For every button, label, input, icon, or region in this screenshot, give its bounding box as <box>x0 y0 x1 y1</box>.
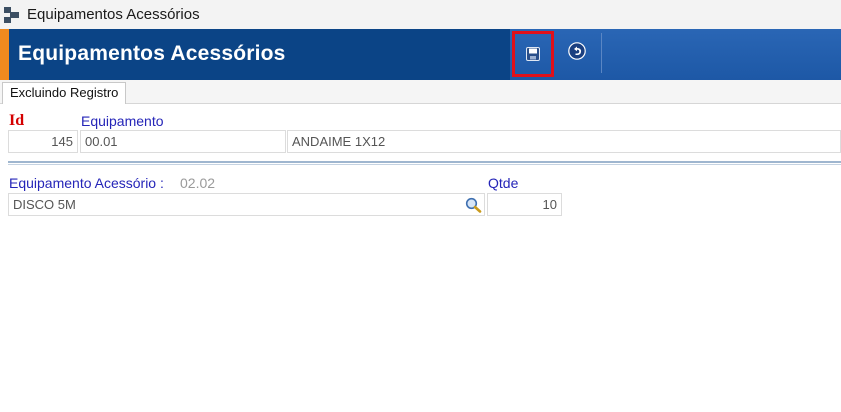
tab-excluindo-registro[interactable]: Excluindo Registro <box>2 82 127 104</box>
toolbar-separator <box>601 33 602 73</box>
undo-arrow-icon <box>568 42 586 60</box>
page-title: Equipamentos Acessórios <box>18 42 286 65</box>
header-accent-bar <box>0 29 9 80</box>
equipamento-acessorio-code: 02.02 <box>180 175 216 191</box>
equipamento-acessorio-field[interactable]: DISCO 5M <box>8 193 485 216</box>
equipamento-description-field[interactable]: ANDAIME 1X12 <box>287 130 841 153</box>
back-button[interactable] <box>565 39 589 63</box>
id-field[interactable]: 145 <box>8 130 78 153</box>
qtde-label: Qtde <box>488 175 519 191</box>
floppy-disk-icon <box>526 47 540 61</box>
id-label: Id <box>9 112 25 129</box>
section-divider <box>8 161 841 165</box>
header-toolbar-area <box>510 29 841 80</box>
tab-strip: Excluindo Registro <box>0 80 841 104</box>
equipamento-label: Equipamento <box>81 113 164 129</box>
app-icon <box>4 7 21 23</box>
equipamento-code-field[interactable]: 00.01 <box>80 130 286 153</box>
window-titlebar: Equipamentos Acessórios <box>0 0 841 29</box>
page-header: Equipamentos Acessórios <box>0 29 841 80</box>
equipamento-acessorio-label: Equipamento Acessório : <box>9 175 164 191</box>
window-title: Equipamentos Acessórios <box>27 6 200 23</box>
save-button[interactable] <box>512 31 554 77</box>
search-icon[interactable] <box>465 197 482 213</box>
equipamento-acessorio-value: DISCO 5M <box>13 197 76 212</box>
qtde-field[interactable]: 10 <box>487 193 562 216</box>
